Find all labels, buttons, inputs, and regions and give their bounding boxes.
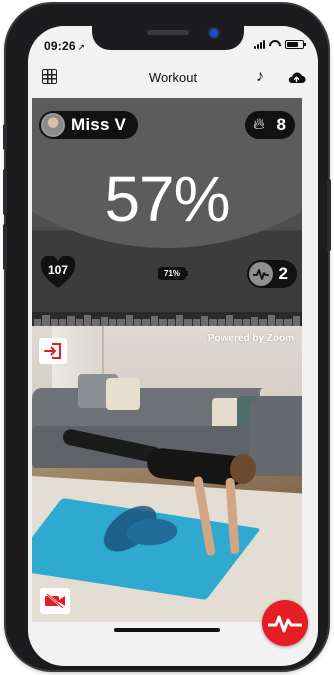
timeline-bar — [275, 318, 284, 326]
stats-panel: Miss V 🔥︎ 8 57% 107 71% 2 — [32, 98, 302, 312]
timeline-bar — [250, 317, 259, 326]
exit-button[interactable] — [39, 338, 67, 364]
powered-by-label: Powered by Zoom — [207, 333, 294, 344]
heartbeat-icon — [249, 262, 273, 286]
timeline-bar — [75, 319, 84, 326]
effort-percent: 57% — [104, 163, 230, 235]
effort-timeline — [32, 312, 302, 326]
timeline-bar — [184, 319, 192, 326]
flame-icon: 🔥︎ — [253, 116, 265, 133]
timeline-bar — [142, 319, 150, 326]
app-content: Miss V 🔥︎ 8 57% 107 71% 2 Powered by Zoo… — [22, 21, 312, 661]
timeline-bar — [159, 318, 167, 326]
timeline-bar — [234, 318, 242, 326]
timeline-bar — [284, 318, 292, 326]
sensor-battery: 71% — [158, 267, 188, 280]
timeline-bar — [125, 315, 134, 326]
timeline-bar — [134, 318, 142, 326]
zone-value: 2 — [278, 264, 288, 283]
timeline-bar — [59, 318, 67, 326]
sensor-battery-value: 71% — [163, 269, 180, 278]
timeline-bar — [192, 318, 200, 326]
timeline-bar — [259, 319, 267, 326]
timeline-bar — [42, 315, 50, 326]
timeline-bar — [109, 319, 117, 326]
timeline-bar — [84, 315, 92, 326]
camera-toggle-button[interactable] — [40, 588, 70, 614]
heart-rate-badge: 107 — [40, 256, 76, 292]
timeline-bar — [117, 318, 125, 326]
zone-pill: 2 — [247, 260, 297, 288]
video-pillow — [106, 378, 140, 410]
timeline-bar — [92, 318, 100, 326]
user-name: Miss V — [71, 115, 127, 134]
timeline-bar — [100, 317, 109, 326]
earpiece-speaker — [147, 30, 189, 35]
video-sofa-arm — [250, 396, 302, 476]
timeline-bar — [209, 318, 217, 326]
heart-pulse-icon — [268, 615, 302, 633]
avatar — [41, 113, 65, 137]
timeline-bar — [34, 319, 42, 326]
user-pill[interactable]: Miss V — [39, 111, 139, 139]
mute-switch — [3, 124, 7, 150]
video-feed: Powered by Zoom — [32, 326, 302, 622]
power-button — [327, 179, 331, 251]
calorie-pill: 🔥︎ 8 — [245, 111, 295, 139]
timeline-bar — [67, 316, 75, 326]
timeline-bar — [242, 318, 250, 326]
timeline-bar — [200, 316, 209, 326]
front-camera — [210, 29, 218, 37]
timeline-bar — [292, 315, 300, 326]
volume-up-button — [3, 169, 7, 215]
exit-icon — [44, 343, 61, 359]
timeline-bar — [167, 318, 175, 326]
timeline-bar — [225, 315, 234, 326]
timeline-bar — [50, 318, 59, 326]
notch — [92, 22, 244, 50]
camera-off-icon — [45, 593, 65, 609]
heart-pulse-button[interactable] — [262, 600, 308, 646]
timeline-bar — [267, 315, 275, 326]
volume-down-button — [3, 224, 7, 270]
video-person-head — [230, 454, 256, 484]
home-indicator[interactable] — [114, 628, 220, 632]
timeline-bar — [175, 315, 184, 326]
timeline-bar — [217, 319, 225, 326]
calorie-count: 8 — [276, 115, 286, 134]
heart-rate-value: 107 — [47, 263, 69, 277]
timeline-bar — [150, 315, 159, 326]
